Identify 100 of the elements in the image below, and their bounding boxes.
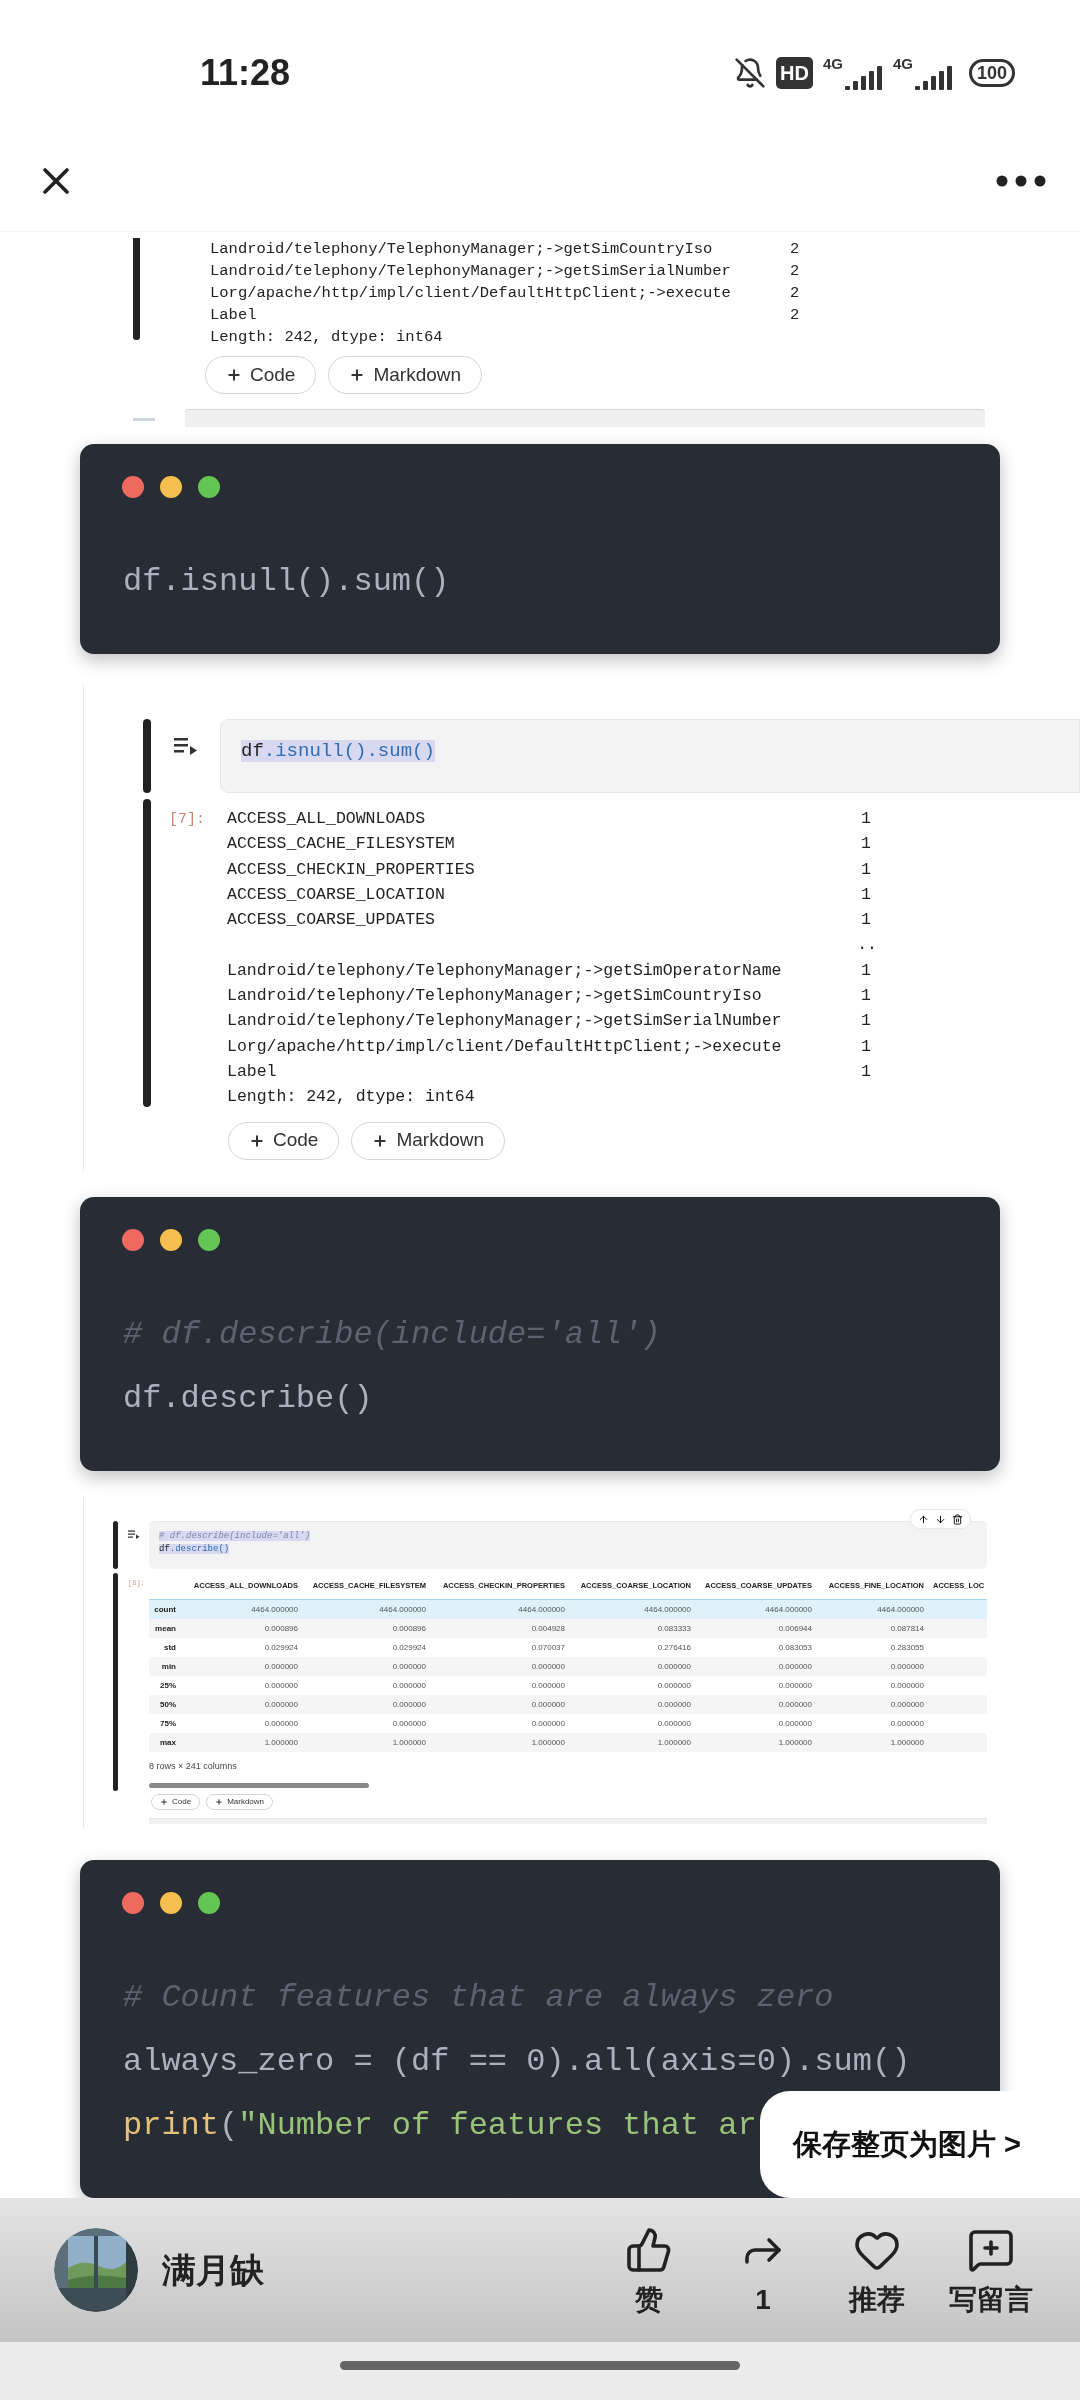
table-cell-text: 0.000000 (656, 1679, 691, 1692)
table-cell-text: 0.000000 (263, 1660, 298, 1673)
table-cell-text: 1.000000 (777, 1736, 812, 1749)
table-row[interactable]: max 1.000000 1.000000 1.000000 1.000000 1.000000 1.000000 (149, 1733, 987, 1752)
table-cell-text: 0.000000 (530, 1660, 565, 1673)
table-cell-text: 1.000000 (530, 1736, 565, 1749)
table-cell-text: 0.000000 (391, 1660, 426, 1673)
output-line: ACCESS_CHECKIN_PROPERTIES (227, 858, 476, 881)
table-cell-text: 0.000896 (391, 1622, 426, 1635)
table-row[interactable]: mean 0.000896 0.000896 0.004928 0.083333 0.006944 0.087814 (149, 1619, 987, 1638)
table-cell-text: 0.000000 (391, 1679, 426, 1692)
output-line: Label (210, 305, 258, 326)
output-value: 1 (861, 808, 871, 830)
output-value: 1 (861, 1035, 871, 1058)
output-line: Length: 242, dtype: int64 (227, 1086, 476, 1109)
output-line: ACCESS_COARSE_LOCATION (227, 883, 446, 906)
delete-icon[interactable] (952, 1513, 963, 1525)
table-row[interactable]: count 4464.000000 4464.000000 4464.000000 4464.000000 4464.000000 4464.000000 (149, 1600, 987, 1619)
table-cell-text: 0.000000 (656, 1660, 691, 1673)
table-cell-text: 0.000000 (391, 1717, 426, 1730)
table-cell-text: 0.000000 (530, 1698, 565, 1711)
add-cell-button[interactable]: Markdown (351, 1121, 506, 1160)
output-line: Landroid/telephony/TelephonyManager;->getSimSerialNumber (210, 261, 732, 282)
table-cell-text: 0.029924 (263, 1641, 298, 1654)
cell-bar[interactable] (143, 719, 151, 793)
clock: 11:28 (200, 51, 291, 95)
table-cell-text: 0.000000 (777, 1679, 812, 1692)
cell-bar[interactable] (133, 238, 140, 340)
output-line: Length: 242, dtype: int64 (210, 327, 444, 348)
code-input-field[interactable]: # df.describe(include='all') df.describe() (149, 1521, 987, 1569)
output-line: Lorg/apache/http/impl/client/DefaultHttpClient;->execute (227, 1035, 783, 1058)
horizontal-scrollbar[interactable] (149, 1782, 369, 1788)
next-cell-field[interactable] (149, 1818, 987, 1824)
output-line: Landroid/telephony/TelephonyManager;->getSimSerialNumber (227, 1010, 783, 1033)
table-cell-text: 0.000896 (263, 1622, 298, 1635)
output-value: 1 (861, 959, 871, 982)
thumbs-up-icon (625, 2226, 673, 2274)
battery-icon: 100 (968, 59, 1015, 87)
add-cell-button[interactable]: Code (228, 1121, 340, 1160)
output-line: ACCESS_ALL_DOWNLOADS (227, 808, 427, 830)
output-line: ACCESS_CACHE_FILESYSTEM (227, 833, 456, 856)
code-line: # Count features that are always zero (123, 1978, 834, 2018)
cell-bar[interactable] (113, 1573, 118, 1791)
action-button[interactable]: 赞 (592, 2226, 706, 2314)
output-value: 2 (790, 305, 800, 326)
table-cell-text: 4464.000000 (764, 1603, 812, 1616)
code-line: always_zero = (df == 0).all(axis=0).sum() (123, 2042, 911, 2082)
next-cell-field[interactable] (185, 409, 985, 427)
cell-bar[interactable] (143, 799, 151, 1107)
table-cell-text: 0.000000 (263, 1679, 298, 1692)
add-cell-button[interactable]: Code (151, 1794, 201, 1810)
table-cell-text: 0.000000 (656, 1698, 691, 1711)
table-cell-text: 0.000000 (263, 1698, 298, 1711)
table-cell-text: 1.000000 (263, 1736, 298, 1749)
output-value: 1 (861, 1010, 871, 1033)
table-cell-text: 1.000000 (391, 1736, 426, 1749)
output-line: Landroid/telephony/TelephonyManager;->getSimOperatorName (227, 959, 783, 982)
output-value: .. (857, 934, 877, 957)
output-line: Label (227, 1060, 278, 1083)
move-up-icon[interactable] (918, 1513, 929, 1525)
table-cell-text: 0.000000 (889, 1717, 924, 1730)
table-cell-text: 0.006944 (777, 1622, 812, 1635)
add-cell-button[interactable]: Code (205, 356, 317, 394)
author-name[interactable]: 满月缺 (162, 2244, 264, 2296)
table-row[interactable]: 50% 0.000000 0.000000 0.000000 0.000000 0.000000 0.000000 (149, 1695, 987, 1714)
hd-badge: HD (776, 57, 813, 89)
table-cell-text: 0.000000 (889, 1660, 924, 1673)
code-line: df.describe() (123, 1379, 373, 1419)
plus-icon (226, 367, 242, 383)
cell-bar[interactable] (113, 1521, 118, 1569)
table-cell-text: 4464.000000 (643, 1603, 691, 1616)
table-cell-text: 0.283055 (889, 1641, 924, 1654)
move-down-icon[interactable] (935, 1513, 946, 1525)
row-label: 50% (159, 1698, 177, 1711)
table-cell-text: 1.000000 (889, 1736, 924, 1749)
row-label: count (153, 1603, 177, 1616)
table-cell-text: 4464.000000 (876, 1603, 924, 1616)
output-line: Lorg/apache/http/impl/client/DefaultHttpClient;->execute (210, 283, 732, 304)
table-cell-text: 0.000000 (263, 1717, 298, 1730)
add-cell-button[interactable]: Markdown (206, 1794, 274, 1810)
table-cell-text: 0.083333 (656, 1622, 691, 1635)
output-line: Landroid/telephony/TelephonyManager;->getSimCountryIso (227, 985, 763, 1008)
row-label: 75% (159, 1717, 177, 1730)
table-cell-text: 0.276416 (656, 1641, 691, 1654)
action-button[interactable]: 写留言 (934, 2226, 1048, 2314)
table-cell-text: 0.083053 (777, 1641, 812, 1654)
action-button[interactable]: 推荐 (820, 2226, 934, 2314)
table-cell-text: 0.000000 (889, 1679, 924, 1692)
table-row[interactable]: min 0.000000 0.000000 0.000000 0.000000 0.000000 0.000000 (149, 1657, 987, 1676)
run-cell-icon (173, 737, 198, 755)
output-line: ACCESS_COARSE_UPDATES (227, 909, 436, 932)
output-value: 1 (861, 883, 871, 906)
plus-icon (160, 1798, 168, 1806)
add-cell-button[interactable]: Markdown (328, 356, 483, 394)
action-button[interactable]: 1 (706, 2226, 820, 2314)
code-line: print("Number of features that ar (123, 2106, 757, 2146)
table-cell-text: 0.000000 (391, 1698, 426, 1711)
code-input-field[interactable]: df.isnull().sum() (220, 719, 1080, 793)
more-icon[interactable] (996, 174, 1046, 187)
table-cell-text: 0.004928 (530, 1622, 565, 1635)
